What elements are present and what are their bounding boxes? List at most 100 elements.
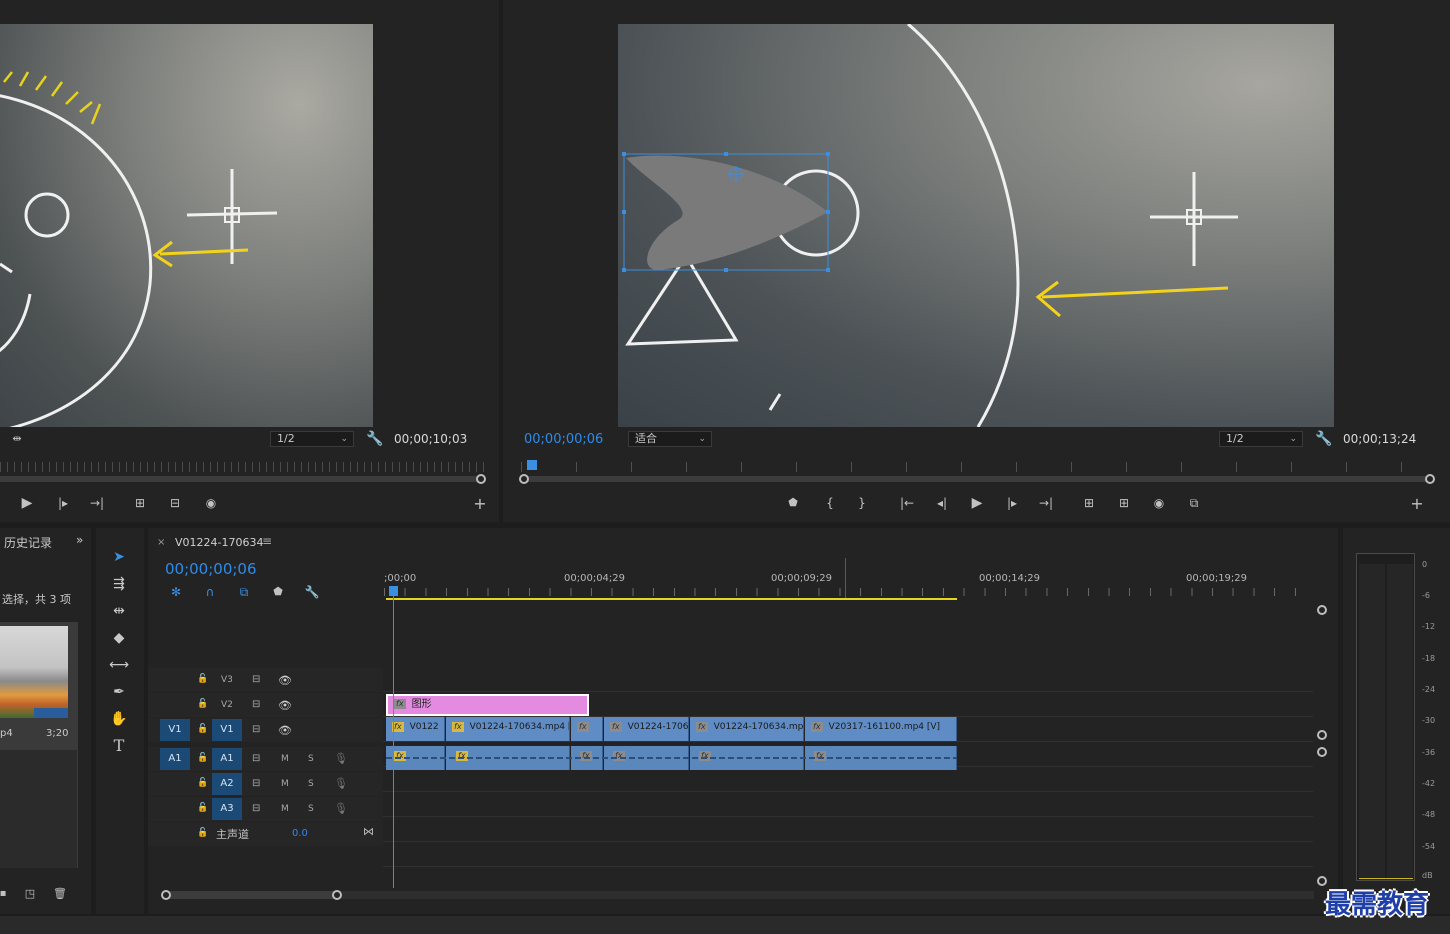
horizontal-scroll-start[interactable] <box>161 890 171 900</box>
wrench-icon[interactable]: 🔧 <box>366 432 384 446</box>
new-item-icon[interactable]: ◳ <box>21 887 39 901</box>
vertical-scroll-mid1[interactable] <box>1317 730 1327 740</box>
history-clip-item[interactable]: p4 3;20 <box>0 622 78 750</box>
mark-out-icon[interactable]: } <box>853 496 871 510</box>
track-target-a3[interactable]: A3 <box>212 798 242 820</box>
source-scrub-bar[interactable] <box>0 476 478 482</box>
ruler-ticks[interactable] <box>384 588 1314 596</box>
solo-button[interactable]: S <box>308 754 314 764</box>
step-icon[interactable]: ▪ <box>0 887 12 901</box>
video-clip-5[interactable]: fx V01224-170634.mp <box>690 717 804 741</box>
program-scroll-end[interactable] <box>1425 474 1435 484</box>
microphone-icon[interactable]: 🎙 <box>334 752 348 765</box>
linked-selection-icon[interactable]: ⧉ <box>235 585 253 599</box>
horizontal-scroll-end[interactable] <box>332 890 342 900</box>
microphone-icon[interactable]: 🎙 <box>334 802 348 815</box>
wrench-icon[interactable]: 🔧 <box>1315 432 1333 446</box>
source-ruler[interactable] <box>0 462 488 472</box>
play-icon[interactable]: ▶ <box>968 496 986 510</box>
wrench-icon[interactable]: 🔧 <box>303 585 321 599</box>
sync-lock-icon[interactable]: ⊟ <box>252 724 260 735</box>
video-clip-4[interactable]: fx V01224-1706 <box>604 717 689 741</box>
vertical-scroll-top[interactable] <box>1317 605 1327 615</box>
go-to-edge-icon[interactable]: ⋈ <box>363 825 374 838</box>
slip-tool-icon[interactable]: ⟷ <box>107 654 131 676</box>
sync-lock-icon[interactable]: ⊟ <box>252 699 260 710</box>
program-zoom-select[interactable]: 1/2 ⌄ <box>1219 431 1303 447</box>
export-frame-icon[interactable]: ◉ <box>1150 496 1168 510</box>
go-to-in-icon[interactable]: |← <box>898 496 916 510</box>
history-tab[interactable]: 历史记录 <box>4 534 52 551</box>
camera-icon[interactable]: ◉ <box>202 496 220 510</box>
lift-icon[interactable]: ⊞ <box>1080 496 1098 510</box>
eye-icon[interactable]: 👁 <box>278 724 292 737</box>
tab-menu-icon[interactable]: ≡ <box>262 534 272 548</box>
program-scroll-start[interactable] <box>519 474 529 484</box>
sequence-tab[interactable]: V01224-170634 <box>175 536 263 549</box>
close-tab-icon[interactable]: × <box>157 537 165 548</box>
insert-overwrite-icon[interactable]: ⇹ <box>8 432 26 446</box>
snap-icon[interactable]: ∩ <box>201 585 219 599</box>
program-ruler[interactable] <box>521 462 1433 472</box>
video-clip-1[interactable]: fx V0122 <box>386 717 445 741</box>
work-area-bar[interactable] <box>386 598 957 600</box>
mute-button[interactable]: M <box>281 754 289 764</box>
track-label-v3[interactable]: V3 <box>221 675 233 685</box>
track-select-tool-icon[interactable]: ⇶ <box>107 573 131 595</box>
comparison-view-icon[interactable]: ⧉ <box>1185 496 1203 510</box>
extract-icon[interactable]: ⊞ <box>1115 496 1133 510</box>
go-to-out-icon[interactable]: →| <box>88 496 106 510</box>
program-current-time[interactable]: 00;00;00;06 <box>524 432 603 447</box>
source-patch-v1[interactable]: V1 <box>160 719 190 741</box>
sync-lock-icon[interactable]: ⊟ <box>252 803 260 814</box>
razor-tool-icon[interactable]: ◆ <box>107 627 131 649</box>
master-volume-value[interactable]: 0.0 <box>292 828 308 839</box>
source-zoom-select[interactable]: 1/2 ⌄ <box>270 431 354 447</box>
sync-lock-icon[interactable]: ⊟ <box>252 753 260 764</box>
solo-button[interactable]: S <box>308 779 314 789</box>
go-to-out-icon[interactable]: →| <box>1037 496 1055 510</box>
selection-tool-icon[interactable]: ➤ <box>107 546 131 568</box>
track-target-v1[interactable]: V1 <box>212 719 242 741</box>
lock-icon[interactable]: 🔓 <box>197 724 208 734</box>
microphone-icon[interactable]: 🎙 <box>334 777 348 790</box>
horizontal-scroll-thumb[interactable] <box>166 891 338 899</box>
timeline-current-time[interactable]: 00;00;00;06 <box>165 560 257 578</box>
add-button-icon[interactable]: + <box>471 496 489 512</box>
playhead-handle[interactable] <box>389 586 398 596</box>
add-marker-icon[interactable]: ⬟ <box>269 585 287 599</box>
insert-icon[interactable]: ⊞ <box>131 496 149 510</box>
expand-panels-icon[interactable]: » <box>76 533 83 547</box>
sync-lock-icon[interactable]: ⊟ <box>252 674 260 685</box>
sync-lock-icon[interactable]: ⊟ <box>252 778 260 789</box>
playhead-line[interactable] <box>393 590 394 888</box>
lock-icon[interactable]: 🔓 <box>197 699 208 709</box>
source-patch-a1[interactable]: A1 <box>160 748 190 770</box>
video-clip-2[interactable]: fx V01224-170634.mp4 [ <box>446 717 570 741</box>
vertical-scroll-mid2[interactable] <box>1317 747 1327 757</box>
program-scrub-bar[interactable] <box>525 476 1429 482</box>
lock-icon[interactable]: 🔓 <box>197 674 208 684</box>
mark-in-icon[interactable]: { <box>821 496 839 510</box>
marker-icon[interactable]: ⬟ <box>784 496 802 510</box>
graphic-clip[interactable]: fx 图形 <box>386 694 589 716</box>
playhead-marker[interactable] <box>527 460 537 470</box>
lock-icon[interactable]: 🔓 <box>197 778 208 788</box>
nest-icon[interactable]: ✻ <box>167 585 185 599</box>
video-clip-3[interactable]: fx <box>571 717 603 741</box>
lock-icon[interactable]: 🔓 <box>197 828 208 838</box>
source-scroll-handle[interactable] <box>476 474 486 484</box>
step-forward-icon[interactable]: |▸ <box>1003 496 1021 510</box>
add-button-icon[interactable]: + <box>1408 496 1426 512</box>
lock-icon[interactable]: 🔓 <box>197 753 208 763</box>
type-tool-icon[interactable]: T <box>107 735 131 757</box>
eye-icon[interactable]: 👁 <box>278 699 292 712</box>
lock-icon[interactable]: 🔓 <box>197 803 208 813</box>
trash-icon[interactable]: 🗑 <box>51 887 69 901</box>
program-fit-select[interactable]: 适合 ⌄ <box>628 431 712 447</box>
track-target-a1[interactable]: A1 <box>212 748 242 770</box>
track-target-a2[interactable]: A2 <box>212 773 242 795</box>
step-forward-icon[interactable]: |▸ <box>54 496 72 510</box>
play-icon[interactable]: ▶ <box>18 496 36 510</box>
solo-button[interactable]: S <box>308 804 314 814</box>
